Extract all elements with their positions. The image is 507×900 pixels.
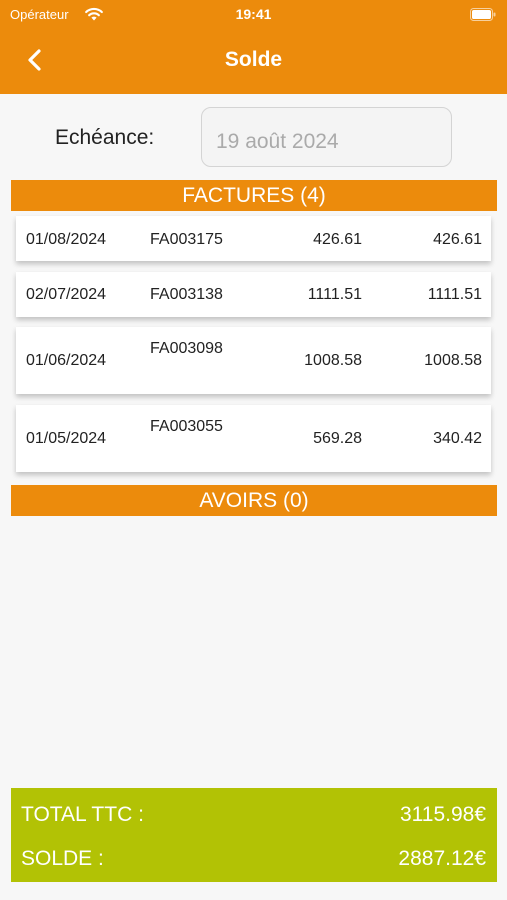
invoice-amount: 1008.58 xyxy=(304,352,362,369)
invoice-number: FA003055 xyxy=(150,418,223,435)
echeance-date-field[interactable]: 19 août 2024 xyxy=(201,107,452,167)
battery-icon xyxy=(470,8,496,21)
solde-label: SOLDE : xyxy=(21,847,104,870)
invoice-row[interactable]: 02/07/2024 FA003138 1111.51 1111.51 xyxy=(16,272,491,317)
echeance-label: Echéance: xyxy=(55,126,155,149)
invoice-date: 01/08/2024 xyxy=(26,231,107,248)
invoice-date: 01/06/2024 xyxy=(26,352,107,369)
invoice-row[interactable]: 01/08/2024 FA003175 426.61 426.61 xyxy=(16,216,491,261)
invoice-balance: 426.61 xyxy=(433,231,482,248)
invoice-amount: 1111.51 xyxy=(307,286,362,303)
nav-bar: Solde xyxy=(0,38,507,82)
total-ttc-value: 3115.98€ xyxy=(399,803,486,826)
page-title: Solde xyxy=(224,48,283,71)
top-bar: Opérateur 19:41 Solde xyxy=(0,0,507,94)
invoice-balance: 340.42 xyxy=(433,430,482,447)
invoice-date: 02/07/2024 xyxy=(26,286,107,303)
factures-section-header: FACTURES (4) xyxy=(11,180,497,211)
invoice-date: 01/05/2024 xyxy=(26,430,107,447)
invoice-row[interactable]: 01/05/2024 FA003055 569.28 340.42 xyxy=(16,405,491,472)
solde-value: 2887.12€ xyxy=(398,847,486,870)
avoirs-section-header: AVOIRS (0) xyxy=(11,485,497,516)
total-ttc-label: TOTAL TTC : xyxy=(21,803,144,826)
invoice-balance: 1008.58 xyxy=(424,352,482,369)
invoice-number: FA003175 xyxy=(150,231,223,248)
invoice-balance: 1111.51 xyxy=(427,286,482,303)
invoice-amount: 426.61 xyxy=(313,231,362,248)
totals-panel: TOTAL TTC : 3115.98€ SOLDE : 2887.12€ xyxy=(11,788,497,882)
invoice-amount: 569.28 xyxy=(313,430,362,447)
invoice-number: FA003098 xyxy=(150,340,223,357)
invoice-number: FA003138 xyxy=(150,286,223,303)
clock: 19:41 xyxy=(235,6,272,22)
invoice-row[interactable]: 01/06/2024 FA003098 1008.58 1008.58 xyxy=(16,327,491,394)
status-bar: Opérateur 19:41 xyxy=(0,0,507,30)
